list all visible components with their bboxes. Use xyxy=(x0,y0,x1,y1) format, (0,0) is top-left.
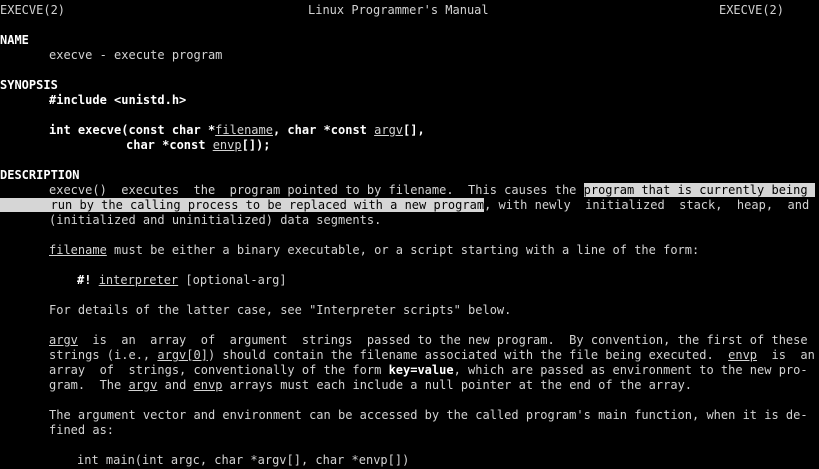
description-shebang: #! interpreter [optional-arg] xyxy=(77,273,287,288)
section-heading-name: NAME xyxy=(0,33,29,47)
text-run: execve() executes the program pointed to… xyxy=(49,183,584,197)
description-p1-line-3: (initialized and uninitialized) data seg… xyxy=(49,213,382,227)
arg-argv: argv xyxy=(49,333,78,347)
description-p6-line-2: fined as: xyxy=(49,423,115,437)
description-main-signature: int main(int argc, char *argv[], char *e… xyxy=(77,453,410,467)
description-p5-line-3: array of strings, conventionally of the … xyxy=(49,363,808,378)
text-run: array of strings, conventionally of the … xyxy=(49,363,389,377)
description-p5-line-4: gram. The argv and envp arrays must each… xyxy=(49,378,692,393)
description-p5-line-1: argv is an array of argument strings pas… xyxy=(49,333,808,348)
proto-part: char *const xyxy=(126,138,213,152)
name-text: execve - execute program xyxy=(49,48,223,62)
text-run: [optional-arg] xyxy=(178,273,287,287)
section-heading-synopsis: SYNOPSIS xyxy=(0,78,58,92)
man-header: EXECVE(2) Linux Programmer's Manual EXEC… xyxy=(0,3,819,18)
text-run: strings (i.e., xyxy=(49,348,158,362)
description-p2: filename must be either a binary executa… xyxy=(49,243,699,258)
description-p6-line-1: The argument vector and environment can … xyxy=(49,408,808,422)
bold-key-value: key=value xyxy=(388,363,454,377)
synopsis-include: #include <unistd.h> xyxy=(49,93,187,107)
header-left: EXECVE(2) xyxy=(0,3,66,17)
text-run: is an array of argument strings passed t… xyxy=(77,333,808,347)
text-run: arrays must each include a null pointer … xyxy=(222,378,693,392)
selected-text: program that is currently being xyxy=(583,183,815,197)
synopsis-prototype-line-2: char *const envp[]); xyxy=(126,138,271,153)
arg-envp: envp xyxy=(728,348,758,362)
arg-interpreter: interpreter xyxy=(98,273,179,287)
section-heading-description: DESCRIPTION xyxy=(0,168,80,182)
text-run: must be either a binary executable, or a… xyxy=(106,243,700,257)
selected-text: run by the calling process to be replace… xyxy=(0,198,485,212)
description-p5-line-2: strings (i.e., argv[0]) should contain t… xyxy=(49,348,815,363)
text-run: , with newly initialized stack, heap, an… xyxy=(484,198,810,212)
proto-part: [], xyxy=(403,123,425,137)
text-run: ) should contain the filename associated… xyxy=(207,348,729,362)
selected-text-run: run by the calling process to be replace… xyxy=(50,198,485,212)
description-p4: For details of the latter case, see "Int… xyxy=(49,303,512,317)
text-run: , which are passed as environment to the… xyxy=(453,363,808,377)
proto-part: , char *const xyxy=(272,123,375,137)
proto-part: []); xyxy=(241,138,271,152)
shebang-prefix: #! xyxy=(77,273,99,287)
proto-part: int execve(const char * xyxy=(49,123,216,137)
arg-argv0: argv[0] xyxy=(157,348,208,362)
arg-argv: argv xyxy=(128,378,158,392)
man-page-terminal[interactable]: EXECVE(2) Linux Programmer's Manual EXEC… xyxy=(0,0,819,469)
text-run: gram. The xyxy=(49,378,129,392)
proto-arg-argv: argv xyxy=(374,123,404,137)
header-title: Linux Programmer's Manual xyxy=(308,3,489,17)
description-p1-line-1: execve() executes the program pointed to… xyxy=(49,183,815,198)
text-run: is an xyxy=(757,348,815,362)
proto-arg-filename: filename xyxy=(215,123,273,137)
text-run: and xyxy=(157,378,194,392)
synopsis-prototype-line-1: int execve(const char *filename, char *c… xyxy=(49,123,425,138)
description-p1-line-2: run by the calling process to be replace… xyxy=(0,198,809,213)
arg-envp: envp xyxy=(193,378,223,392)
arg-filename: filename xyxy=(49,243,107,257)
proto-arg-envp: envp xyxy=(212,138,242,152)
header-right: EXECVE(2) xyxy=(718,3,784,17)
